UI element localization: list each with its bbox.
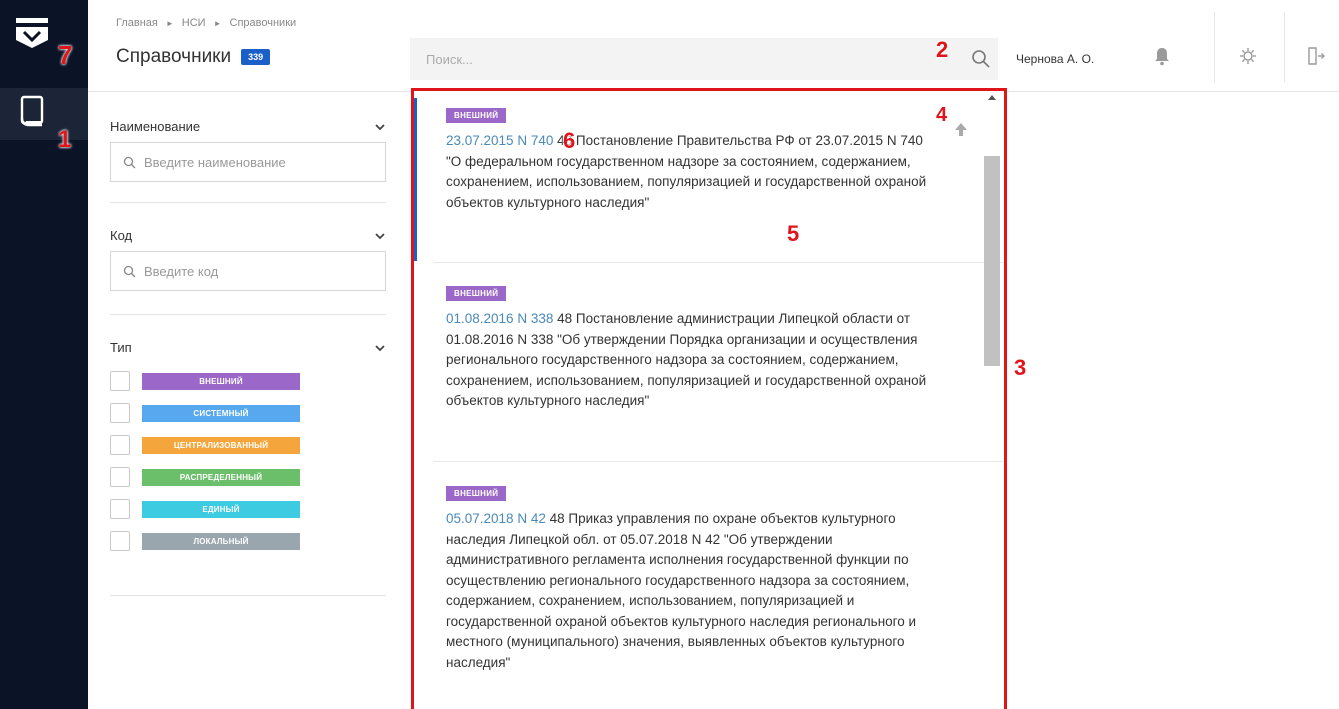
filter-name-label: Наименование [110,119,201,134]
type-badge-distributed: РАСПРЕДЕЛЕННЫЙ [142,468,300,486]
search-icon [123,265,136,277]
annotation-5: 5 [787,221,800,246]
directory-list: ВНЕШНИЙ 23.07.2015 N 740 48 Постановлени… [411,88,1007,709]
code-input[interactable] [144,263,374,279]
header: Главная ► НСИ ► Справочники Справочники … [88,0,1339,92]
filter-code-field [110,251,386,291]
search-icon [123,156,136,168]
type-badge-unified: ЕДИНЫЙ [142,500,300,518]
annotation-3: 3 [1014,355,1027,380]
type-options: ВНЕШНИЙ СИСТЕМНЫЙ ЦЕНТРАЛИЗОВАННЫЙ РАСПР… [110,371,386,551]
filter-divider [110,314,386,315]
list-divider [433,262,1003,263]
annotation-4: 4 [936,104,948,126]
annotation-6: 6 [563,128,576,153]
search-input[interactable] [410,38,950,80]
breadcrumb-separator: ► [165,18,174,28]
list-divider [433,461,1003,462]
checkbox[interactable] [110,435,130,455]
breadcrumb-home[interactable]: Главная [116,17,158,29]
header-divider [1214,12,1215,82]
filter-type-header[interactable]: Тип [110,340,386,355]
list-item-title: 48 Приказ управления по охране объектов … [446,511,917,670]
sidebar-item-directories[interactable] [0,88,88,140]
user-name[interactable]: Чернова А. О. [1016,52,1094,66]
type-tag: ВНЕШНИЙ [446,286,507,301]
type-option-distributed: РАСПРЕДЕЛЕННЫЙ [110,467,386,487]
name-input[interactable] [144,154,374,170]
annotation-7: 7 [58,40,73,70]
type-tag: ВНЕШНИЙ [446,108,507,123]
filter-code-label: Код [110,228,133,243]
list-item-text: 23.07.2015 N 740 48 Постановление Правит… [446,131,974,213]
list-item[interactable]: ВНЕШНИЙ 23.07.2015 N 740 48 Постановлени… [414,105,974,213]
page-title-text: Справочники [116,46,232,67]
list-item-date[interactable]: 05.07.2018 N 42 [446,511,546,526]
filter-name-field [110,142,386,182]
filter-type: Тип ВНЕШНИЙ СИСТЕМНЫЙ ЦЕНТРАЛИЗОВАННЫЙ Р… [110,340,386,551]
header-divider [1284,12,1285,82]
list-item-date[interactable]: 01.08.2016 N 338 [446,311,553,326]
breadcrumb-nsi[interactable]: НСИ [182,17,206,29]
breadcrumb: Главная ► НСИ ► Справочники [116,17,296,29]
filter-code-header[interactable]: Код [110,228,386,243]
type-badge-external: ВНЕШНИЙ [142,372,300,390]
checkbox[interactable] [110,499,130,519]
search-icon[interactable] [970,48,992,70]
filter-type-label: Тип [110,340,132,355]
annotation-1: 1 [58,126,72,153]
breadcrumb-current: Справочники [229,17,297,29]
filter-name: Наименование [110,119,386,182]
list-item-text: 01.08.2016 N 338 48 Постановление админи… [446,309,974,412]
left-rail [0,0,88,709]
search-box [410,38,998,80]
list-item[interactable]: ВНЕШНИЙ 01.08.2016 N 338 48 Постановлени… [414,283,974,412]
page-title: Справочники 339 [116,46,271,68]
type-option-unified: ЕДИНЫЙ [110,499,386,519]
chevron-down-icon[interactable] [374,232,386,240]
type-option-external: ВНЕШНИЙ [110,371,386,391]
list-item-text: 05.07.2018 N 42 48 Приказ управления по … [446,509,974,673]
list-item[interactable]: ВНЕШНИЙ 05.07.2018 N 42 48 Приказ управл… [414,483,974,673]
scroll-top-icon[interactable] [952,120,970,138]
type-badge-system: СИСТЕМНЫЙ [142,404,300,422]
list-item-date[interactable]: 23.07.2015 N 740 [446,133,553,148]
filter-panel: Наименование Код Тип [88,92,410,709]
bell-icon[interactable] [1150,44,1174,68]
filter-name-header[interactable]: Наименование [110,119,386,134]
type-option-centralized: ЦЕНТРАЛИЗОВАННЫЙ [110,435,386,455]
chevron-down-icon[interactable] [374,344,386,352]
gear-icon[interactable] [1236,44,1260,68]
filter-divider [110,595,386,596]
count-badge: 339 [241,49,271,65]
chevron-down-icon[interactable] [374,123,386,131]
type-badge-local: ЛОКАЛЬНЫЙ [142,532,300,550]
checkbox[interactable] [110,371,130,391]
app: Главная ► НСИ ► Справочники Справочники … [0,0,1339,709]
book-icon [20,95,44,127]
scroll-up-arrow[interactable] [988,95,996,100]
checkbox[interactable] [110,403,130,423]
breadcrumb-separator: ► [213,18,222,28]
type-option-system: СИСТЕМНЫЙ [110,403,386,423]
filter-code: Код [110,228,386,291]
type-badge-centralized: ЦЕНТРАЛИЗОВАННЫЙ [142,436,300,454]
annotation-2: 2 [936,37,949,62]
scrollbar[interactable] [982,91,1004,709]
logo-icon[interactable] [12,14,52,54]
scrollbar-thumb[interactable] [984,156,1000,366]
checkbox[interactable] [110,531,130,551]
type-tag: ВНЕШНИЙ [446,486,507,501]
type-option-local: ЛОКАЛЬНЫЙ [110,531,386,551]
logout-icon[interactable] [1304,44,1328,68]
checkbox[interactable] [110,467,130,487]
filter-divider [110,202,386,203]
